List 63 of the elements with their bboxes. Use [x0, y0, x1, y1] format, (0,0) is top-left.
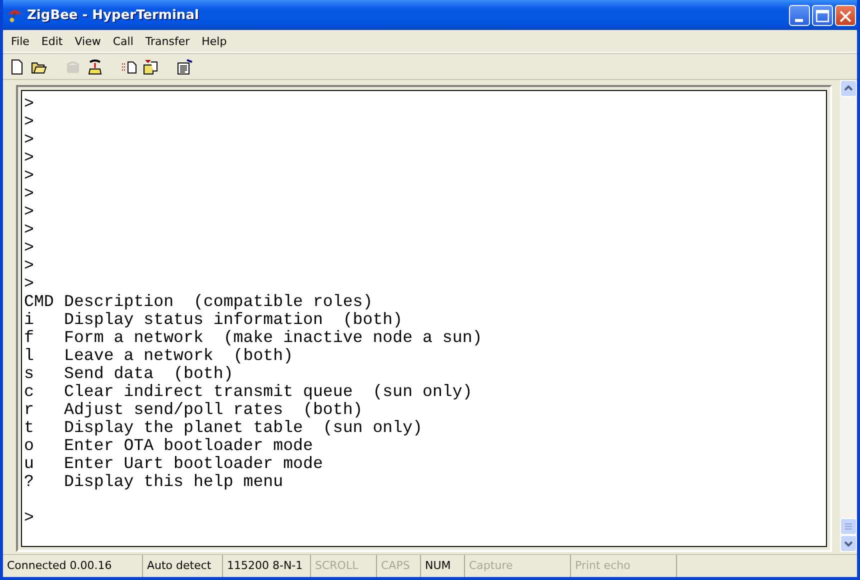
scroll-thumb[interactable] — [840, 518, 857, 535]
status-panel: Connected 0.00.16 — [3, 555, 143, 577]
command-description: Enter Uart bootloader mode — [64, 455, 323, 473]
command-description: Form a network (make inactive node a sun) — [64, 329, 482, 347]
command-description: Display the planet table (sun only) — [64, 419, 422, 437]
prompt-line: > — [24, 95, 35, 113]
command-key: ? — [24, 473, 64, 491]
minimize-icon — [795, 18, 803, 22]
menu-item[interactable]: Help — [196, 34, 233, 48]
send-file-icon[interactable] — [121, 58, 137, 74]
command-key: l — [24, 347, 64, 365]
scroll-up-button[interactable] — [840, 80, 857, 97]
command-description: Adjust send/poll rates (both) — [64, 401, 363, 419]
command-key: r — [24, 401, 64, 419]
menu-item[interactable]: View — [68, 34, 107, 48]
menu-item[interactable]: Call — [106, 34, 140, 48]
column-header: CMD — [24, 293, 55, 311]
command-description: Send data (both) — [64, 365, 234, 383]
prompt-line: > — [24, 221, 35, 239]
prompt-line: > — [24, 239, 35, 257]
receive-file-icon[interactable] — [143, 58, 159, 74]
status-panel: Auto detect — [143, 555, 223, 577]
prompt-line: > — [24, 257, 35, 275]
prompt-line: > — [24, 275, 35, 293]
prompt-line: > — [24, 113, 35, 131]
command-key: s — [24, 365, 64, 383]
prompt-line: > — [24, 203, 35, 221]
umbrella-icon — [7, 7, 23, 23]
status-panel: Capture — [465, 555, 571, 577]
command-description: Leave a network (both) — [64, 347, 294, 365]
phone-icon[interactable] — [87, 58, 103, 74]
status-panel: NUM — [421, 555, 465, 577]
command-description: Clear indirect transmit queue (sun only) — [64, 383, 472, 401]
command-key: f — [24, 329, 64, 347]
menu-item[interactable]: Edit — [35, 34, 69, 48]
status-panel: SCROLL — [311, 555, 377, 577]
command-key: c — [24, 383, 64, 401]
status-panel: Print echo — [571, 555, 677, 577]
document-icon[interactable] — [9, 58, 25, 74]
prompt-line: > — [24, 131, 35, 149]
prompt-line: > — [24, 185, 35, 203]
menu-item[interactable]: File — [5, 34, 36, 48]
properties-icon[interactable] — [177, 58, 193, 74]
prompt-line: > — [24, 149, 35, 167]
command-key: o — [24, 437, 64, 455]
scroll-down-button[interactable] — [840, 535, 857, 552]
command-key: u — [24, 455, 64, 473]
prompt-line: > — [24, 509, 35, 527]
status-panel: 115200 8-N-1 — [223, 555, 311, 577]
status-panel: CAPS — [377, 555, 421, 577]
column-header: Description (compatible roles) — [64, 293, 373, 311]
prompt-line: > — [24, 167, 35, 185]
command-key: i — [24, 311, 64, 329]
menu-item[interactable]: Transfer — [139, 34, 196, 48]
command-description: Enter OTA bootloader mode — [64, 437, 313, 455]
close-button[interactable] — [835, 4, 856, 26]
command-description: Display status information (both) — [64, 311, 403, 329]
window-title: ZigBee - HyperTerminal — [27, 8, 199, 22]
command-description: Display this help menu — [64, 473, 284, 491]
vertical-scrollbar[interactable] — [840, 80, 857, 552]
minimize-button[interactable] — [789, 4, 810, 26]
command-key: t — [24, 419, 64, 437]
maximize-button[interactable] — [812, 4, 833, 26]
